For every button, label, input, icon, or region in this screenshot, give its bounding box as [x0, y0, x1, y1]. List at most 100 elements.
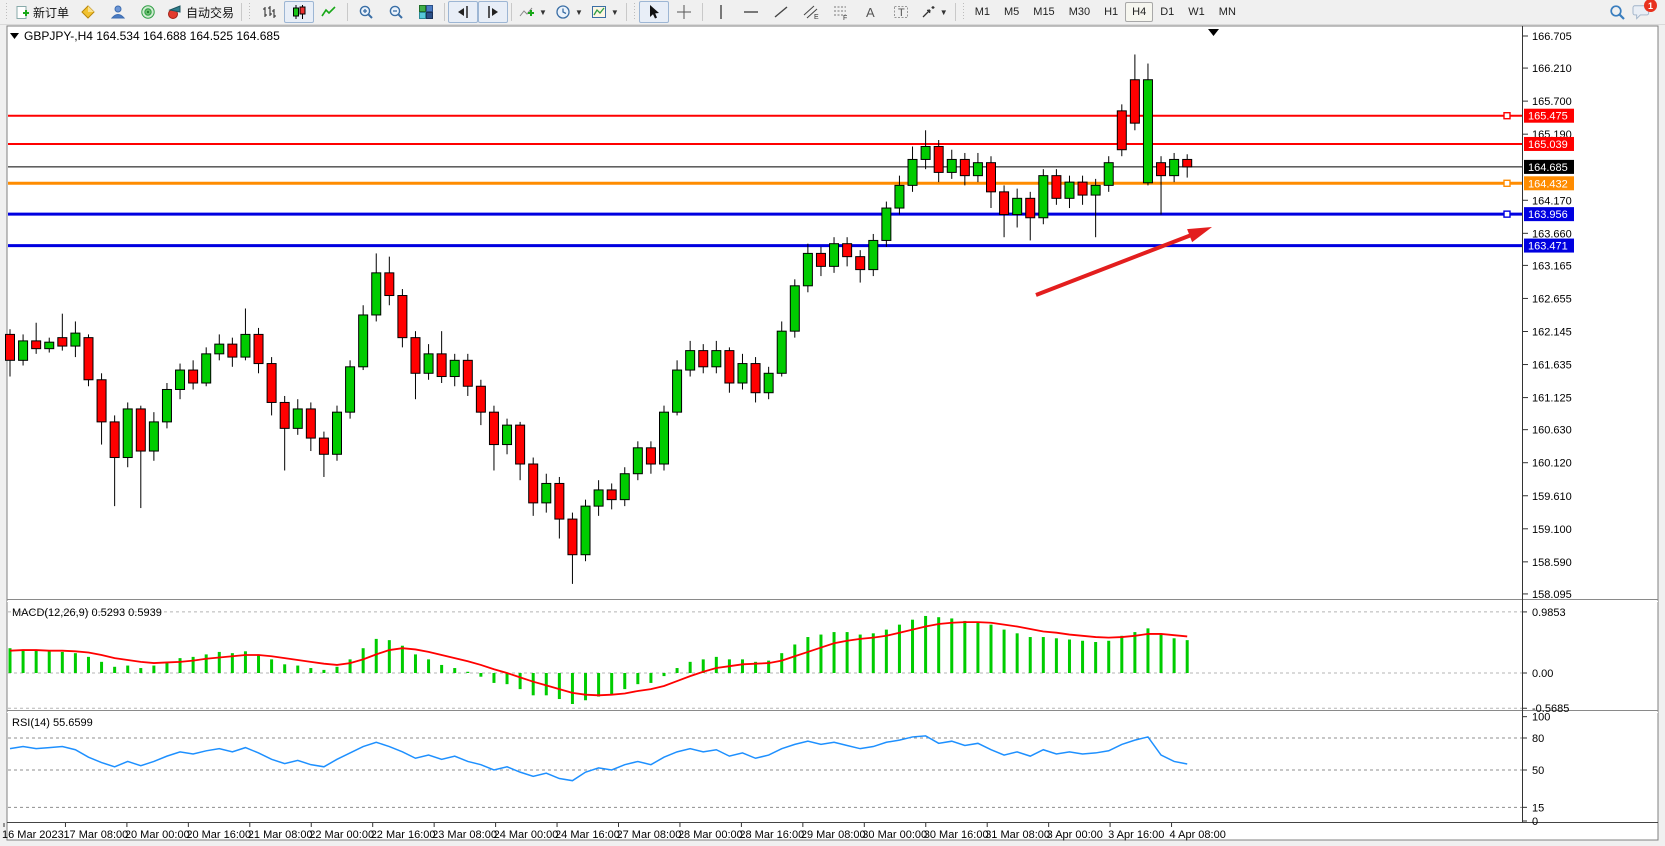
- arrows-button[interactable]: ▼: [916, 1, 952, 23]
- candle-body: [1052, 176, 1061, 199]
- candle-body: [816, 253, 825, 266]
- candle-body: [542, 483, 551, 502]
- notifications-button[interactable]: 1: [1632, 3, 1651, 21]
- text-label-button[interactable]: T: [886, 1, 916, 23]
- autotrading-button[interactable]: 自动交易: [163, 1, 238, 23]
- metaeditor-button[interactable]: [103, 1, 133, 23]
- new-order-button[interactable]: 新订单: [11, 1, 73, 23]
- zoom-out-icon: [388, 4, 404, 20]
- signals-button[interactable]: [133, 1, 163, 23]
- candle-body: [372, 273, 381, 315]
- toolbar-grip[interactable]: [247, 3, 252, 21]
- cursor-button[interactable]: [639, 1, 669, 23]
- chart-canvas[interactable]: MACD(12,26,9) 0.5293 0.5939RSI(14) 55.65…: [0, 25, 1665, 846]
- line-handle[interactable]: [1504, 180, 1510, 186]
- toolbar-separator: [444, 3, 445, 21]
- toolbar-separator: [511, 3, 512, 21]
- candle-body: [424, 354, 433, 373]
- candle-body: [725, 351, 734, 383]
- rsi-axis-tick-label: 0: [1532, 816, 1538, 828]
- toolbar-grip[interactable]: [4, 3, 9, 21]
- candlestick-chart-icon: [291, 4, 307, 20]
- candle-body: [1065, 182, 1074, 198]
- candle-body: [293, 409, 302, 428]
- candle-body: [869, 240, 878, 269]
- line-handle[interactable]: [1504, 211, 1510, 217]
- candle-body: [19, 341, 28, 360]
- horizontal-line-button[interactable]: [736, 1, 766, 23]
- time-axis-label: 24 Mar 00:00: [494, 829, 559, 841]
- timeframe-button-m1[interactable]: M1: [968, 2, 997, 22]
- time-axis-label: 30 Mar 00:00: [862, 829, 927, 841]
- candle-body: [686, 351, 695, 370]
- fibonacci-button[interactable]: F: [826, 1, 856, 23]
- timeframe-button-h1[interactable]: H1: [1097, 2, 1125, 22]
- zoom-in-button[interactable]: [351, 1, 381, 23]
- periods-button[interactable]: ▼: [551, 1, 587, 23]
- indicators-button[interactable]: ▼: [515, 1, 551, 23]
- auto-scroll-icon: [485, 4, 501, 20]
- candle-body: [162, 389, 171, 421]
- timeframe-button-d1[interactable]: D1: [1153, 2, 1181, 22]
- tile-windows-button[interactable]: [411, 1, 441, 23]
- channel-icon: E: [803, 4, 819, 20]
- crosshair-icon: [676, 4, 692, 20]
- timeframe-button-m15[interactable]: M15: [1026, 2, 1061, 22]
- candle-body: [346, 367, 355, 412]
- equidistant-channel-button[interactable]: E: [796, 1, 826, 23]
- vertical-line-button[interactable]: [706, 1, 736, 23]
- templates-button[interactable]: ▼: [587, 1, 623, 23]
- time-axis-label: 20 Mar 00:00: [125, 829, 190, 841]
- timeframe-button-h4[interactable]: H4: [1125, 2, 1153, 22]
- chart-shift-icon: [455, 4, 471, 20]
- price-axis-tick-label: 160.120: [1532, 458, 1572, 470]
- line-chart-button[interactable]: [314, 1, 344, 23]
- candle-body: [280, 402, 289, 428]
- candle-body: [620, 474, 629, 500]
- candle-body: [843, 244, 852, 257]
- candle-body: [149, 422, 158, 451]
- price-axis-tick-label: 166.210: [1532, 63, 1572, 75]
- cursor-icon: [646, 4, 662, 20]
- rsi-axis-tick-label: 15: [1532, 802, 1544, 814]
- candle-body: [764, 373, 773, 392]
- time-axis-label: 24 Mar 16:00: [555, 829, 620, 841]
- timeframe-button-m5[interactable]: M5: [997, 2, 1026, 22]
- candle-body: [58, 338, 67, 346]
- candle-body: [1026, 198, 1035, 217]
- bottom-strip: [0, 841, 1665, 846]
- candlestick-chart-button[interactable]: [284, 1, 314, 23]
- toolbar-separator: [347, 3, 348, 21]
- candle-body: [306, 409, 315, 438]
- crosshair-button[interactable]: [669, 1, 699, 23]
- timeframe-button-w1[interactable]: W1: [1181, 2, 1212, 22]
- candle-body: [319, 438, 328, 454]
- text-button[interactable]: A: [856, 1, 886, 23]
- candle-body: [699, 351, 708, 367]
- clock-icon: [555, 4, 571, 20]
- zoom-out-button[interactable]: [381, 1, 411, 23]
- candle-body: [777, 331, 786, 373]
- chart-shift-button[interactable]: [448, 1, 478, 23]
- trendline-button[interactable]: [766, 1, 796, 23]
- candle-body: [254, 334, 263, 363]
- auto-scroll-button[interactable]: [478, 1, 508, 23]
- search-button[interactable]: [1602, 1, 1632, 23]
- template-icon: [591, 4, 607, 20]
- candle-body: [882, 208, 891, 240]
- price-badge-label: 164.685: [1528, 162, 1568, 174]
- timeframe-button-mn[interactable]: MN: [1212, 2, 1243, 22]
- timeframe-button-m30[interactable]: M30: [1062, 2, 1097, 22]
- toolbar-grip[interactable]: [961, 3, 966, 21]
- time-axis-label: 3 Apr 16:00: [1108, 829, 1164, 841]
- bar-chart-button[interactable]: [254, 1, 284, 23]
- line-handle[interactable]: [1504, 113, 1510, 119]
- marketwatch-button[interactable]: [73, 1, 103, 23]
- candle-body: [215, 344, 224, 354]
- notification-badge: 1: [1644, 0, 1657, 12]
- candle-body: [1157, 163, 1166, 176]
- candle-body: [790, 286, 799, 331]
- price-axis-tick-label: 164.170: [1532, 195, 1572, 207]
- svg-text:A: A: [866, 5, 875, 20]
- toolbar-grip[interactable]: [632, 3, 637, 21]
